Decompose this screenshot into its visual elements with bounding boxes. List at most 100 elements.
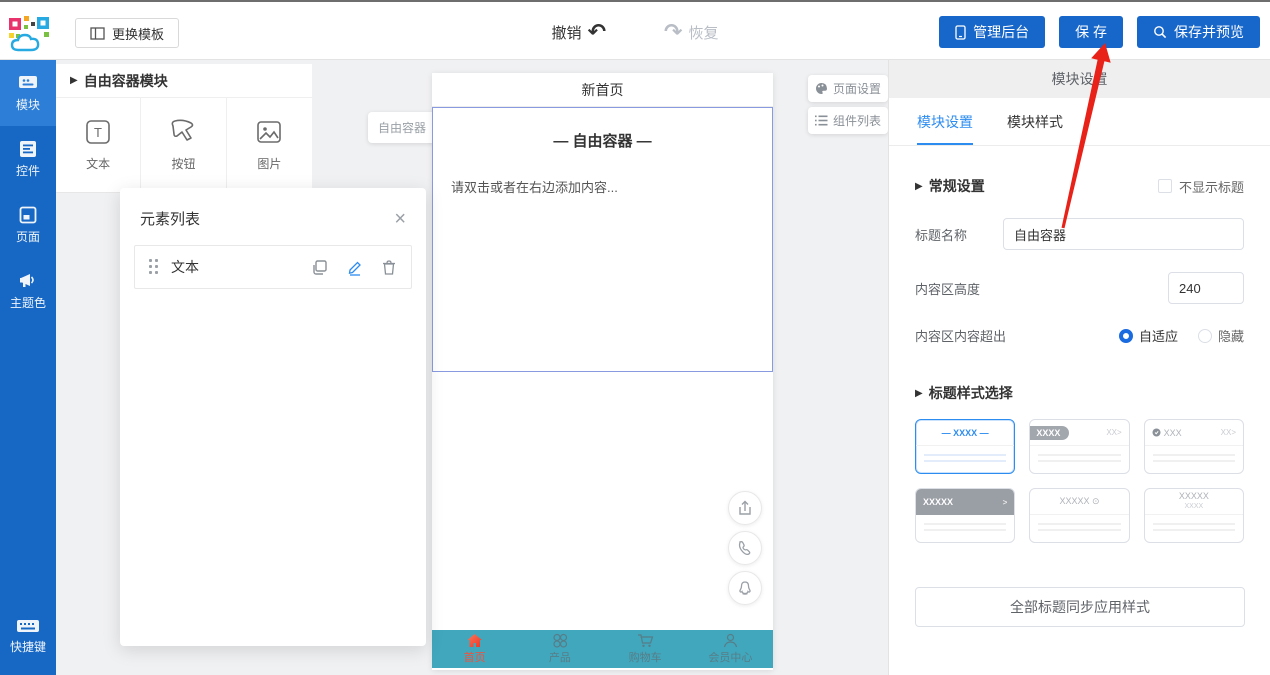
style-card-4[interactable]: XXXXX > — [915, 488, 1015, 543]
tab-module-settings[interactable]: 模块设置 — [917, 98, 973, 145]
style-card-preview: XXX XX> — [1145, 420, 1243, 446]
apply-all-styles-button[interactable]: 全部标题同步应用样式 — [915, 587, 1245, 627]
style-more: XX> — [1221, 428, 1236, 437]
style-card-1[interactable]: — XXXX — — [915, 419, 1015, 474]
duplicate-icon[interactable] — [311, 259, 328, 276]
nav-item-member[interactable]: 会员中心 — [688, 630, 773, 668]
share-fab[interactable] — [728, 491, 762, 525]
style-card-lines — [1030, 515, 1128, 539]
palette-item-image[interactable]: 图片 — [227, 98, 312, 192]
template-icon — [90, 27, 105, 40]
change-template-label: 更换模板 — [112, 24, 164, 43]
rail-item-shortcuts[interactable]: 快捷键 — [0, 603, 56, 669]
nav-item-home[interactable]: 首页 — [432, 630, 517, 668]
caret-icon: ▶ — [915, 388, 923, 399]
undo-button[interactable]: 撤销 ↶ — [552, 21, 606, 43]
content-height-input[interactable] — [1168, 272, 1244, 304]
radio-hidden[interactable]: 隐藏 — [1198, 326, 1244, 345]
palette-item-label: 图片 — [257, 155, 281, 172]
palette-item-label: 文本 — [86, 155, 110, 172]
editor-canvas: ▶ 自由容器模块 T 文本 按钮 — [56, 60, 888, 675]
title-name-input[interactable] — [1003, 218, 1244, 250]
caret-icon: ▶ — [915, 181, 923, 192]
qq-icon — [737, 580, 753, 597]
close-icon[interactable]: × — [394, 209, 406, 229]
nav-item-products[interactable]: 产品 — [517, 630, 602, 668]
tab-module-style[interactable]: 模块样式 — [1007, 98, 1063, 145]
content-height-label: 内容区高度 — [915, 279, 1003, 298]
save-preview-button[interactable]: 保存并预览 — [1137, 16, 1260, 48]
palette-item-text[interactable]: T 文本 — [56, 98, 141, 192]
megaphone-icon — [18, 272, 39, 290]
rail-item-modules[interactable]: 模块 — [0, 60, 56, 126]
settings-tabs: 模块设置 模块样式 — [889, 98, 1270, 146]
rail-spacer — [0, 324, 56, 603]
cursor-element-icon — [169, 118, 197, 146]
module-grid: T 文本 按钮 图片 — [56, 98, 312, 192]
palette-item-label: 按钮 — [171, 155, 195, 172]
container-placeholder: 请双击或者在右边添加内容... — [451, 177, 772, 196]
module-palette-header[interactable]: ▶ 自由容器模块 — [56, 64, 312, 98]
checkbox-icon[interactable] — [1158, 179, 1172, 193]
style-subtext: XXXX — [1184, 503, 1203, 511]
radio-icon[interactable] — [1119, 329, 1133, 343]
rail-item-theme-color[interactable]: 主题色 — [0, 258, 56, 324]
radio-icon[interactable] — [1198, 329, 1212, 343]
rail-item-label: 模块 — [16, 96, 40, 113]
element-row-label: 文本 — [171, 257, 299, 277]
general-settings-row: ▶ 常规设置 不显示标题 — [915, 176, 1244, 196]
phone-preview: 新首页 — 自由容器 — 请双击或者在右边添加内容... — [432, 73, 773, 670]
page-settings-button[interactable]: 页面设置 — [808, 75, 888, 102]
settings-panel: 模块设置 模块设置 模块样式 ▶ 常规设置 不显示标题 标题名称 内容区高度 内… — [888, 60, 1270, 675]
phone-icon — [737, 540, 753, 556]
rail-item-pages[interactable]: 页面 — [0, 192, 56, 258]
nav-item-cart[interactable]: 购物车 — [603, 630, 688, 668]
element-list-row[interactable]: 文本 — [134, 245, 412, 289]
hide-title-checkbox[interactable]: 不显示标题 — [1158, 177, 1244, 196]
redo-icon: ↷ — [664, 21, 682, 43]
style-card-6[interactable]: XXXXX XXXX — [1144, 488, 1244, 543]
qq-fab[interactable] — [728, 571, 762, 605]
style-text: XXX — [1164, 428, 1182, 438]
phone-fab[interactable] — [728, 531, 762, 565]
rail-item-label: 控件 — [16, 162, 40, 179]
edit-icon[interactable] — [346, 259, 363, 276]
image-element-icon — [255, 118, 283, 146]
admin-backend-button[interactable]: 管理后台 — [939, 16, 1045, 48]
preview-page-title: 新首页 — [432, 73, 773, 107]
topbar: 更换模板 撤销 ↶ ↷ 恢复 管理后台 保 存 保存并预览 — [0, 0, 1270, 60]
style-card-2[interactable]: XXXX XX> — [1029, 419, 1129, 474]
style-card-preview: XXXXX > — [916, 489, 1014, 515]
selected-container-module[interactable]: — 自由容器 — 请双击或者在右边添加内容... — [432, 107, 773, 372]
palette-item-button[interactable]: 按钮 — [141, 98, 226, 192]
overflow-radio-group: 自适应 隐藏 — [1119, 326, 1244, 345]
settings-body: ▶ 常规设置 不显示标题 标题名称 内容区高度 内容区内容超出 自适应 — [889, 176, 1270, 627]
element-list-panel: 元素列表 × 文本 — [120, 188, 426, 646]
products-icon — [552, 633, 568, 648]
style-more: XX> — [1106, 428, 1121, 437]
style-card-5[interactable]: XXXXX ⊙ — [1029, 488, 1129, 543]
home-icon — [466, 633, 483, 648]
radio-auto-fit[interactable]: 自适应 — [1119, 326, 1178, 345]
redo-label: 恢复 — [688, 22, 718, 43]
title-style-header[interactable]: ▶ 标题样式选择 — [915, 383, 1013, 403]
svg-text:T: T — [94, 125, 102, 140]
component-list-button[interactable]: 组件列表 — [808, 107, 888, 134]
drag-handle-icon[interactable] — [149, 259, 159, 275]
save-button[interactable]: 保 存 — [1059, 16, 1123, 48]
module-tag[interactable]: 自由容器 — [368, 112, 436, 143]
modules-icon — [17, 74, 39, 92]
style-card-3[interactable]: XXX XX> — [1144, 419, 1244, 474]
change-template-button[interactable]: 更换模板 — [75, 18, 179, 48]
nav-item-label: 会员中心 — [708, 649, 752, 665]
style-text: XXXXX — [1179, 492, 1209, 502]
delete-icon[interactable] — [381, 259, 397, 276]
rail-item-controls[interactable]: 控件 — [0, 126, 56, 192]
redo-button[interactable]: ↷ 恢复 — [664, 21, 718, 43]
style-card-preview: XXXXX ⊙ — [1030, 489, 1128, 515]
share-icon — [737, 500, 753, 517]
general-settings-header[interactable]: ▶ 常规设置 — [915, 176, 985, 196]
module-palette-title: 自由容器模块 — [84, 71, 168, 91]
style-card-preview: XXXX XX> — [1030, 420, 1128, 446]
style-card-lines — [916, 446, 1014, 470]
